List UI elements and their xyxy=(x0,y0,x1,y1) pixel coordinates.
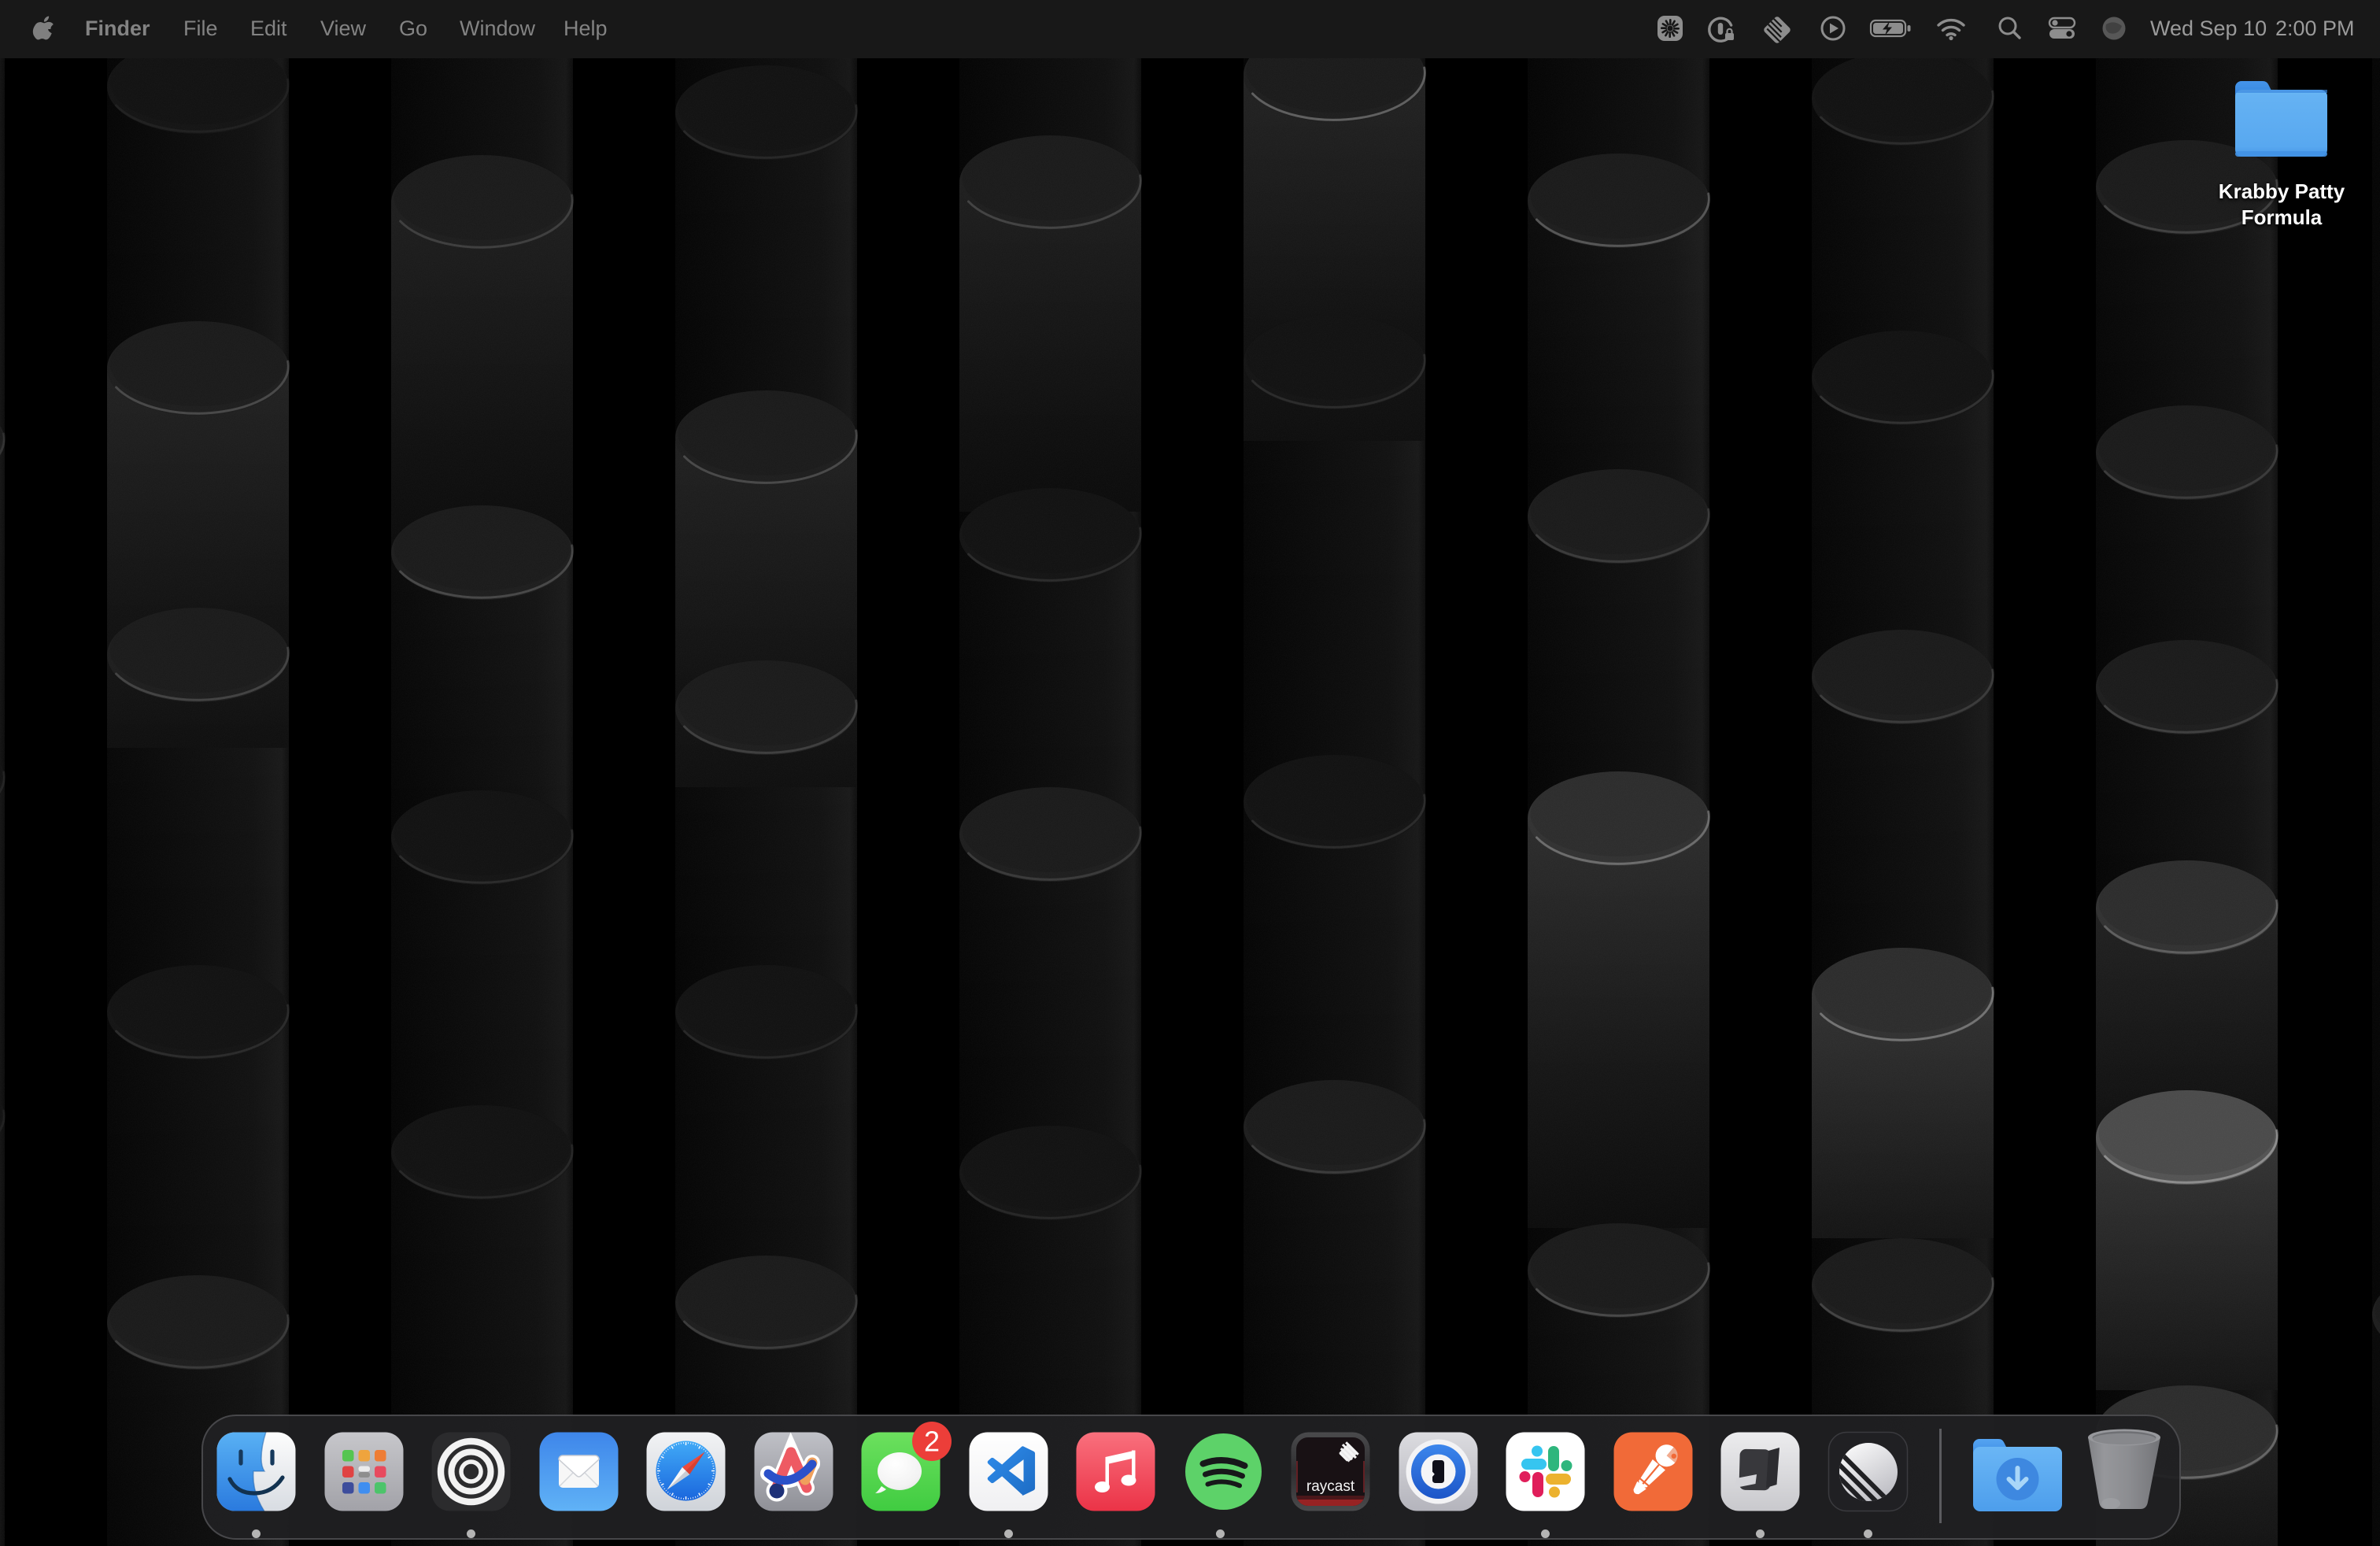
svg-text:2: 2 xyxy=(924,1426,940,1458)
svg-text:raycast: raycast xyxy=(1306,1478,1355,1495)
